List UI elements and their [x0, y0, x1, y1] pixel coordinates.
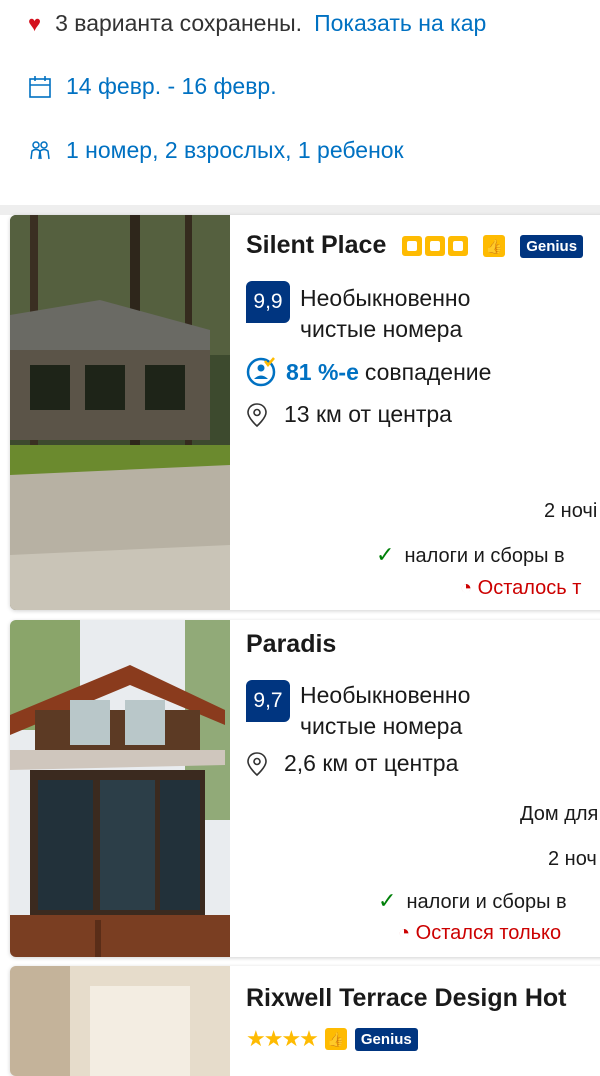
property-card[interactable]: Silent Place 👍 Genius 9,9 Необыкновенно …: [10, 215, 600, 610]
match-percent: 81 %-е: [286, 358, 359, 385]
rating-row: ★★★★ 👍 Genius: [246, 1026, 418, 1052]
rating-square-icon: [425, 236, 446, 257]
rating-square-icon: [402, 236, 423, 257]
property-card[interactable]: Rixwell Terrace Design Hot ★★★★ 👍 Genius: [10, 966, 600, 1076]
people-icon: [30, 140, 50, 159]
review-score-text: Необыкновенно чистые номера: [300, 283, 470, 345]
room-type-text: Дом для: [520, 803, 599, 825]
dates-row[interactable]: 14 февр. - 16 февр.: [28, 73, 277, 100]
score-text-line2: чистые номера: [300, 713, 463, 739]
distance-text: 13 км от центра: [284, 401, 452, 427]
property-photo[interactable]: [10, 620, 230, 957]
taxes-row: ✓ налоги и сборы в: [378, 888, 567, 914]
property-name: Rixwell Terrace Design Hot: [246, 984, 567, 1012]
nights-text: 2 ночі: [544, 500, 598, 522]
calendar-icon: [29, 75, 51, 98]
property-title[interactable]: Rixwell Terrace Design Hot: [246, 984, 566, 1013]
clock-icon: ◔: [398, 922, 411, 944]
review-score-badge: 9,7: [246, 680, 290, 722]
taxes-text: налоги и сборы в: [406, 891, 567, 913]
show-on-map-link[interactable]: Показать на кар: [314, 10, 486, 37]
rating-squares: [399, 231, 475, 259]
clock-icon: ◔: [460, 577, 473, 599]
property-title[interactable]: Silent Place 👍 Genius: [246, 231, 584, 260]
saved-count-text: 3 варианта сохранены.: [55, 10, 303, 36]
section-divider: [0, 205, 600, 215]
location-pin-icon: [247, 402, 267, 427]
score-text-line1: Необыкновенно: [300, 285, 471, 311]
match-row: 81 %-е совпадение: [246, 357, 491, 387]
availability-row: ◔ Остался только: [398, 922, 561, 945]
star-icons: ★★★★: [246, 1026, 319, 1051]
checkmark-icon: ✓: [376, 542, 395, 567]
guests-row[interactable]: 1 номер, 2 взрослых, 1 ребенок: [28, 137, 404, 164]
rating-square-icon: [448, 236, 469, 257]
property-name: Silent Place: [246, 231, 387, 259]
checkmark-icon: ✓: [378, 888, 397, 913]
distance-row: 2,6 км от центра: [246, 750, 458, 777]
match-face-icon: [246, 357, 276, 387]
rooms-left-text: Осталось т: [477, 577, 582, 599]
match-label: совпадение: [364, 358, 492, 385]
distance-text: 2,6 км от центра: [284, 750, 459, 776]
property-title[interactable]: Paradis: [246, 630, 336, 659]
taxes-row: ✓ налоги и сборы в: [376, 542, 565, 568]
distance-row: 13 км от центра: [246, 401, 452, 428]
thumbs-up-icon: 👍: [324, 1028, 347, 1050]
nights-text: 2 ноч: [548, 848, 597, 870]
genius-badge: Genius: [520, 234, 584, 258]
property-name: Paradis: [246, 630, 337, 658]
taxes-text: налоги и сборы в: [404, 545, 565, 567]
property-photo[interactable]: [10, 215, 230, 610]
availability-row: ◔ Осталось т: [460, 577, 581, 600]
saved-row: ♥ 3 варианта сохранены. Показать на кар: [28, 10, 486, 37]
review-score-text: Необыкновенно чистые номера: [300, 680, 470, 742]
rooms-left-text: Остался только: [415, 922, 562, 944]
genius-badge: Genius: [354, 1027, 418, 1051]
score-text-line2: чистые номера: [300, 316, 463, 342]
property-photo[interactable]: [10, 966, 230, 1076]
heart-icon: ♥: [28, 10, 42, 36]
score-text-line1: Необыкновенно: [300, 682, 471, 708]
property-card[interactable]: Paradis 9,7 Необыкновенно чистые номера …: [10, 620, 600, 957]
guests-text: 1 номер, 2 взрослых, 1 ребенок: [66, 137, 404, 163]
thumbs-up-icon: 👍: [483, 235, 506, 258]
review-score-badge: 9,9: [246, 281, 290, 323]
search-summary: ♥ 3 варианта сохранены. Показать на кар …: [0, 0, 600, 205]
location-pin-icon: [247, 751, 267, 776]
dates-text: 14 февр. - 16 февр.: [66, 73, 277, 99]
